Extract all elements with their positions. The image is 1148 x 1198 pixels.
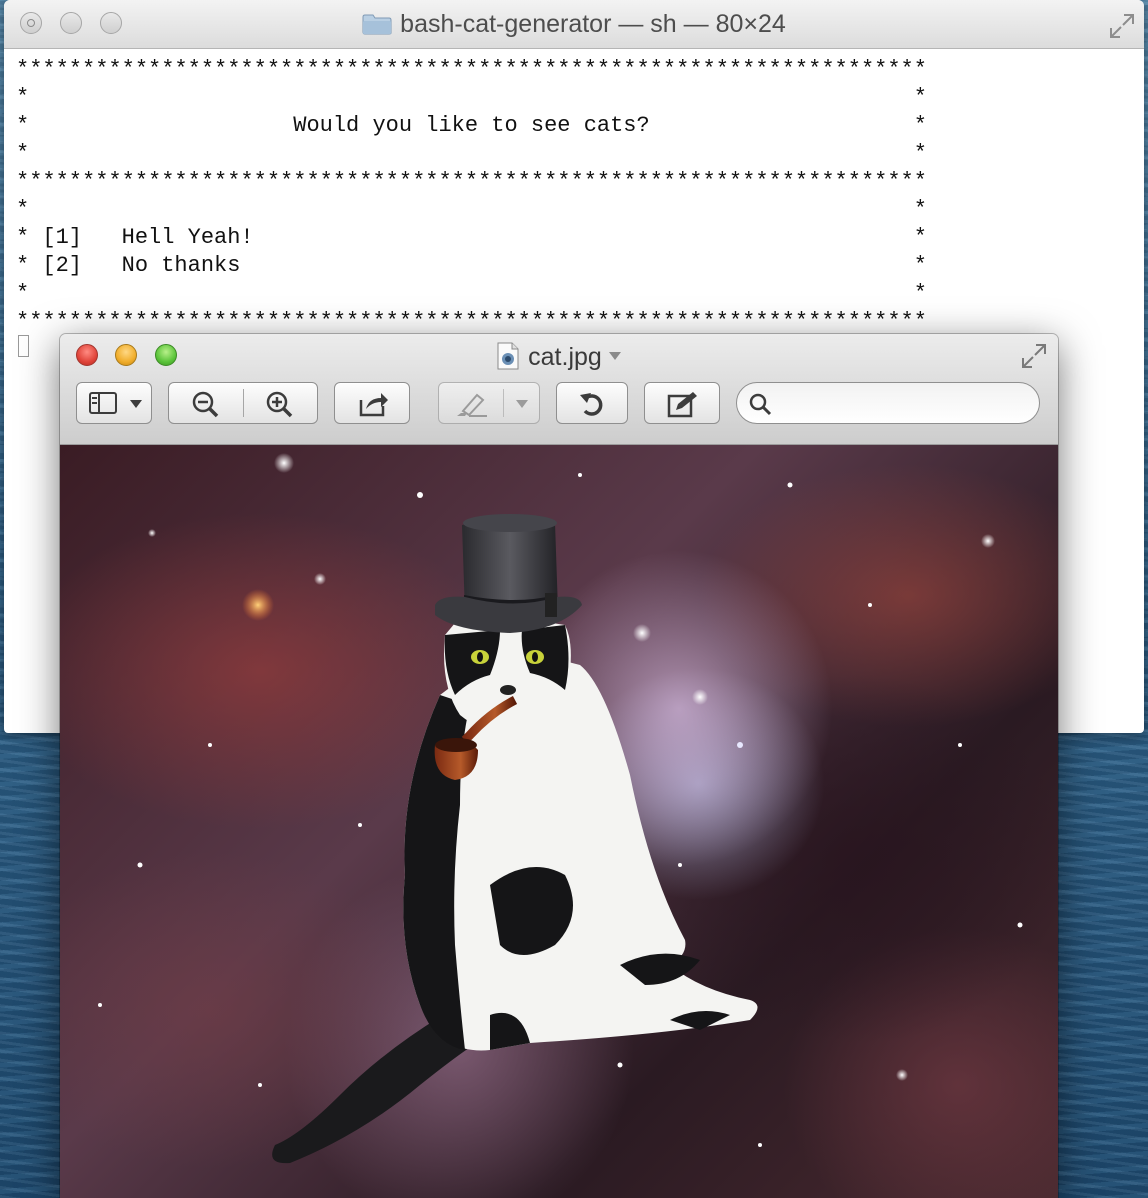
terminal-line: * [1] Hell Yeah! * [16,225,927,250]
highlight-icon [457,393,487,417]
fullscreen-icon[interactable] [1108,12,1136,40]
fullscreen-icon[interactable] [1020,342,1048,370]
toolbar-separator [503,389,504,417]
edit-icon [667,392,697,418]
toolbar-separator [243,389,244,417]
terminal-line: ****************************************… [16,57,927,82]
terminal-titlebar[interactable]: bash-cat-generator — sh — 80×24 [4,0,1144,49]
zoom-button-group[interactable] [168,382,318,424]
zoom-out-icon[interactable] [191,390,219,418]
terminal-line: ****************************************… [16,169,927,194]
zoom-in-icon[interactable] [265,390,293,418]
window-title[interactable]: cat.jpg [60,342,1058,372]
share-icon [359,393,388,417]
sidebar-button[interactable] [76,382,152,424]
share-button[interactable] [334,382,410,424]
terminal-line: ****************************************… [16,309,927,334]
edit-toolbar-button[interactable] [644,382,720,424]
terminal-output: ****************************************… [16,56,927,336]
window-title: bash-cat-generator — sh — 80×24 [4,10,1144,39]
terminal-line: * * [16,85,927,110]
chevron-down-icon [130,400,142,408]
highlight-button[interactable] [438,382,540,424]
sidebar-icon [89,392,117,414]
terminal-line: * * [16,281,927,306]
image-file-icon [497,342,519,370]
terminal-line: * [2] No thanks * [16,253,927,278]
cat-photo [98,453,1023,1164]
preview-window[interactable]: cat.jpg [60,334,1058,1198]
search-input[interactable] [736,382,1040,424]
terminal-line: * Would you like to see cats? * [16,113,927,138]
preview-title-text: cat.jpg [528,343,602,371]
terminal-title-text: bash-cat-generator — sh — 80×24 [400,10,786,38]
search-icon [749,393,772,416]
chevron-down-icon[interactable] [608,351,622,361]
terminal-line: * * [16,141,927,166]
top-hat [435,514,582,633]
rotate-button[interactable] [556,382,628,424]
rotate-icon [580,393,603,416]
folder-icon [362,14,392,35]
chevron-down-icon [516,400,528,408]
terminal-line: * * [16,197,927,222]
image-view[interactable] [60,445,1058,1198]
preview-toolbar[interactable]: cat.jpg [60,334,1058,445]
text-cursor [18,335,29,357]
